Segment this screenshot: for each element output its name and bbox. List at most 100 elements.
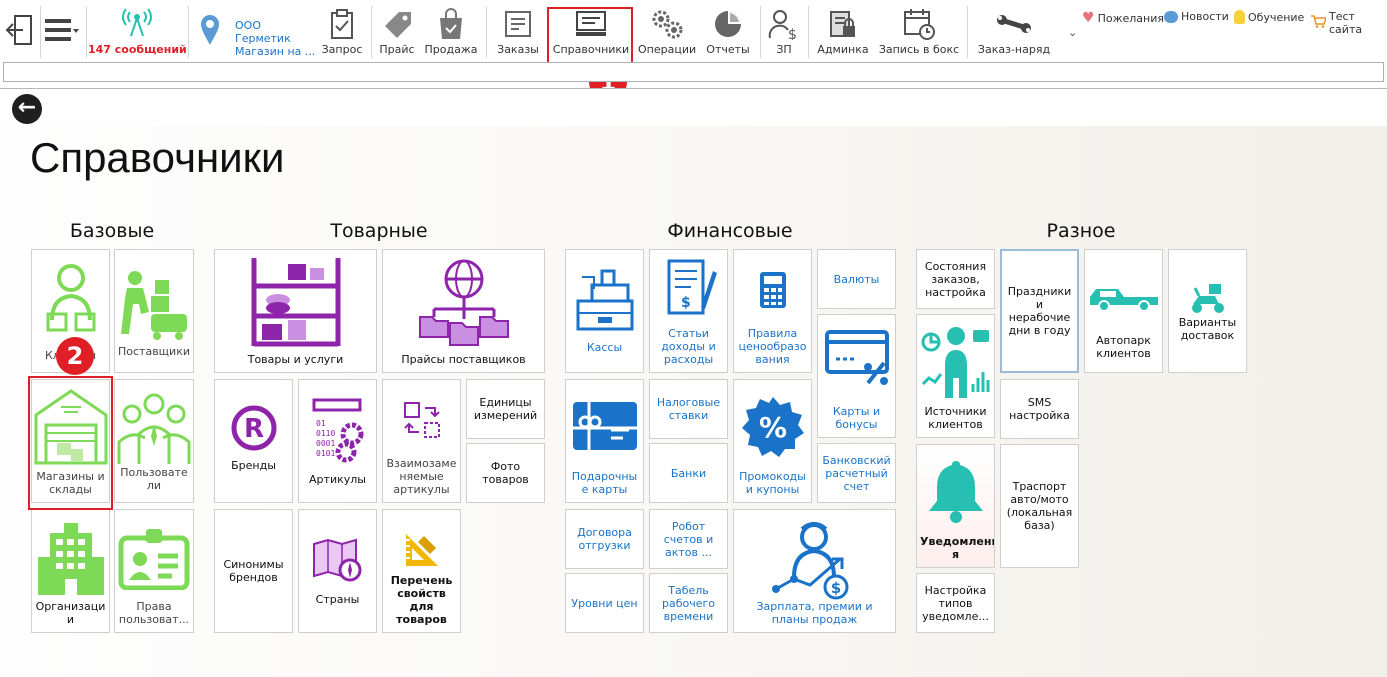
lightbulb-icon: [1234, 10, 1245, 24]
messages-button[interactable]: 147 сообщений: [88, 0, 187, 60]
separator: [86, 6, 87, 58]
tile-supplier-prices[interactable]: Прайсы поставщиков: [382, 249, 545, 373]
company-selector[interactable]: ООО Герметик Магазин на ...: [190, 0, 320, 60]
svg-text:01: 01: [316, 419, 326, 428]
tile-articles[interactable]: 01 0110 0001 0101 Артикулы: [298, 379, 377, 503]
menu-button[interactable]: [42, 0, 82, 60]
page-title: Справочники: [30, 134, 285, 181]
orders-icon: [490, 8, 546, 40]
tile-client-sources[interactable]: Источники клиентов: [916, 314, 995, 438]
users-group-icon: [115, 388, 193, 468]
news-link[interactable]: Новости: [1164, 10, 1229, 23]
separator: [967, 6, 968, 58]
wishes-link[interactable]: ♥ Пожелания: [1082, 10, 1164, 26]
discount-card-icon: [818, 329, 895, 391]
section-misc-heading: Разное: [1046, 220, 1116, 242]
tile-suppliers[interactable]: Поставщики: [114, 249, 194, 373]
tile-client-sources-label: Источники клиентов: [924, 405, 987, 431]
tile-currencies-label: Валюты: [833, 272, 880, 286]
company-name: ООО Герметик Магазин на ...: [235, 19, 320, 58]
tile-organizations-label: Организаци и: [35, 600, 106, 626]
test-site-label: Тест сайта: [1329, 10, 1363, 36]
svg-text:$: $: [830, 579, 840, 597]
tile-cashboxes[interactable]: Кассы: [565, 249, 644, 373]
tile-salary-bonuses[interactable]: $ Зарплата, премии и планы продаж: [733, 509, 896, 633]
price-button[interactable]: Прайс: [374, 0, 420, 60]
tile-timesheet[interactable]: Табель рабочего времени: [649, 573, 728, 633]
tile-tax-rates[interactable]: Налоговые ставки: [649, 379, 728, 439]
separator: [808, 6, 809, 58]
reports-button[interactable]: Отчеты: [704, 0, 752, 60]
cart-icon: [1311, 15, 1328, 31]
tile-pricing-rules[interactable]: Правила ценообразо вания: [733, 249, 812, 373]
back-arrow-icon[interactable]: ←: [12, 94, 42, 124]
calculator-icon: [734, 268, 811, 312]
tile-income-expense[interactable]: $ Статьи доходы и расходы: [649, 249, 728, 373]
search-strip[interactable]: [3, 62, 1384, 82]
document-pen-icon: $: [650, 256, 727, 320]
request-button[interactable]: Запрос: [318, 0, 366, 60]
logout-icon: [0, 14, 40, 46]
tile-notification-types[interactable]: Настройка типов уведомле...: [916, 573, 995, 633]
tile-goods-services[interactable]: Товары и услуги: [214, 249, 377, 373]
tile-interchangeable[interactable]: Взаимозаме няемые артикулы: [382, 379, 461, 503]
training-link[interactable]: Обучение: [1234, 10, 1304, 24]
supplier-cart-icon: [115, 264, 193, 344]
tile-properties[interactable]: Перечень свойств для товаров: [382, 509, 461, 633]
tile-sms[interactable]: SMS настройка: [1000, 379, 1079, 439]
logout-button[interactable]: [0, 0, 40, 60]
tile-brand-synonyms[interactable]: Синонимы брендов: [214, 509, 293, 633]
tile-bank-account[interactable]: Банковский расчетный счет: [817, 443, 896, 503]
orders-button[interactable]: Заказы: [490, 0, 546, 60]
company-line2: Магазин на ...: [235, 45, 316, 58]
tile-cards-bonuses[interactable]: Карты и бонусы: [817, 314, 896, 438]
percent-badge-icon: %: [734, 392, 811, 462]
ruler-triangle-icon: [383, 528, 460, 572]
tile-bank-account-label: Банковский расчетный счет: [822, 453, 891, 493]
tile-holidays[interactable]: Праздники и нерабочие дни в году: [1000, 249, 1079, 373]
tile-currencies[interactable]: Валюты: [817, 249, 896, 309]
work-order-button[interactable]: Заказ-наряд: [972, 0, 1056, 60]
operations-button[interactable]: Операции: [638, 0, 696, 60]
tile-transport[interactable]: Траспорт авто/мото (локальная база): [1000, 444, 1079, 568]
wrench-icon: [972, 8, 1056, 40]
main-content: Справочники Базовые Товарные Финансовые …: [0, 126, 1387, 677]
tile-notifications[interactable]: Уведомлени я: [916, 444, 995, 568]
chevron-down-icon[interactable]: ⌄: [1068, 26, 1077, 39]
tile-price-levels[interactable]: Уровни цен: [565, 573, 644, 633]
tile-countries[interactable]: Страны: [298, 509, 377, 633]
messages-count: 147 сообщений: [88, 43, 187, 56]
tile-rights-label: Права пользоват...: [118, 600, 190, 626]
tile-order-states[interactable]: Состояния заказов, настройка: [916, 249, 995, 309]
tile-brands-label: Бренды: [231, 459, 276, 472]
tile-units[interactable]: Единицы измерений: [466, 379, 545, 439]
tile-goods-services-label: Товары и услуги: [247, 353, 344, 366]
tile-brands[interactable]: R Бренды: [214, 379, 293, 503]
tile-delivery-label: Варианты доставок: [1178, 316, 1237, 342]
tile-salary-bonuses-label: Зарплата, премии и планы продаж: [756, 600, 873, 626]
tile-rights[interactable]: Права пользоват...: [114, 509, 194, 633]
tile-fleet[interactable]: Автопарк клиентов: [1084, 249, 1163, 373]
tile-photos[interactable]: Фото товаров: [466, 443, 545, 503]
tile-delivery[interactable]: Варианты доставок: [1168, 249, 1247, 373]
tile-banks[interactable]: Банки: [649, 443, 728, 503]
tile-users[interactable]: Пользовате ли: [114, 379, 194, 503]
tile-photos-label: Фото товаров: [482, 460, 529, 486]
box-booking-button[interactable]: Запись в бокс: [876, 0, 962, 60]
tile-promo[interactable]: % Промокоды и купоны: [733, 379, 812, 503]
admin-button[interactable]: Админка: [814, 0, 872, 60]
shelves-boxes-icon: [215, 256, 376, 348]
tile-gift-cards[interactable]: Подарочны е карты: [565, 379, 644, 503]
tile-shipping-contracts[interactable]: Договора отгрузки: [565, 509, 644, 569]
sale-button[interactable]: Продажа: [422, 0, 480, 60]
salary-button[interactable]: $ ЗП: [764, 0, 804, 60]
tile-pricing-rules-label: Правила ценообразо вания: [738, 327, 807, 366]
admin-lock-icon: [814, 8, 872, 40]
tile-organizations[interactable]: Организаци и: [31, 509, 110, 633]
test-site-link[interactable]: Тест сайта: [1311, 10, 1387, 36]
tile-income-expense-label: Статьи доходы и расходы: [661, 327, 716, 366]
tile-robot[interactable]: Робот счетов и актов ...: [649, 509, 728, 569]
tile-properties-label: Перечень свойств для товаров: [390, 574, 453, 626]
tile-banks-label: Банки: [670, 466, 707, 480]
operations-label: Операции: [638, 43, 697, 56]
